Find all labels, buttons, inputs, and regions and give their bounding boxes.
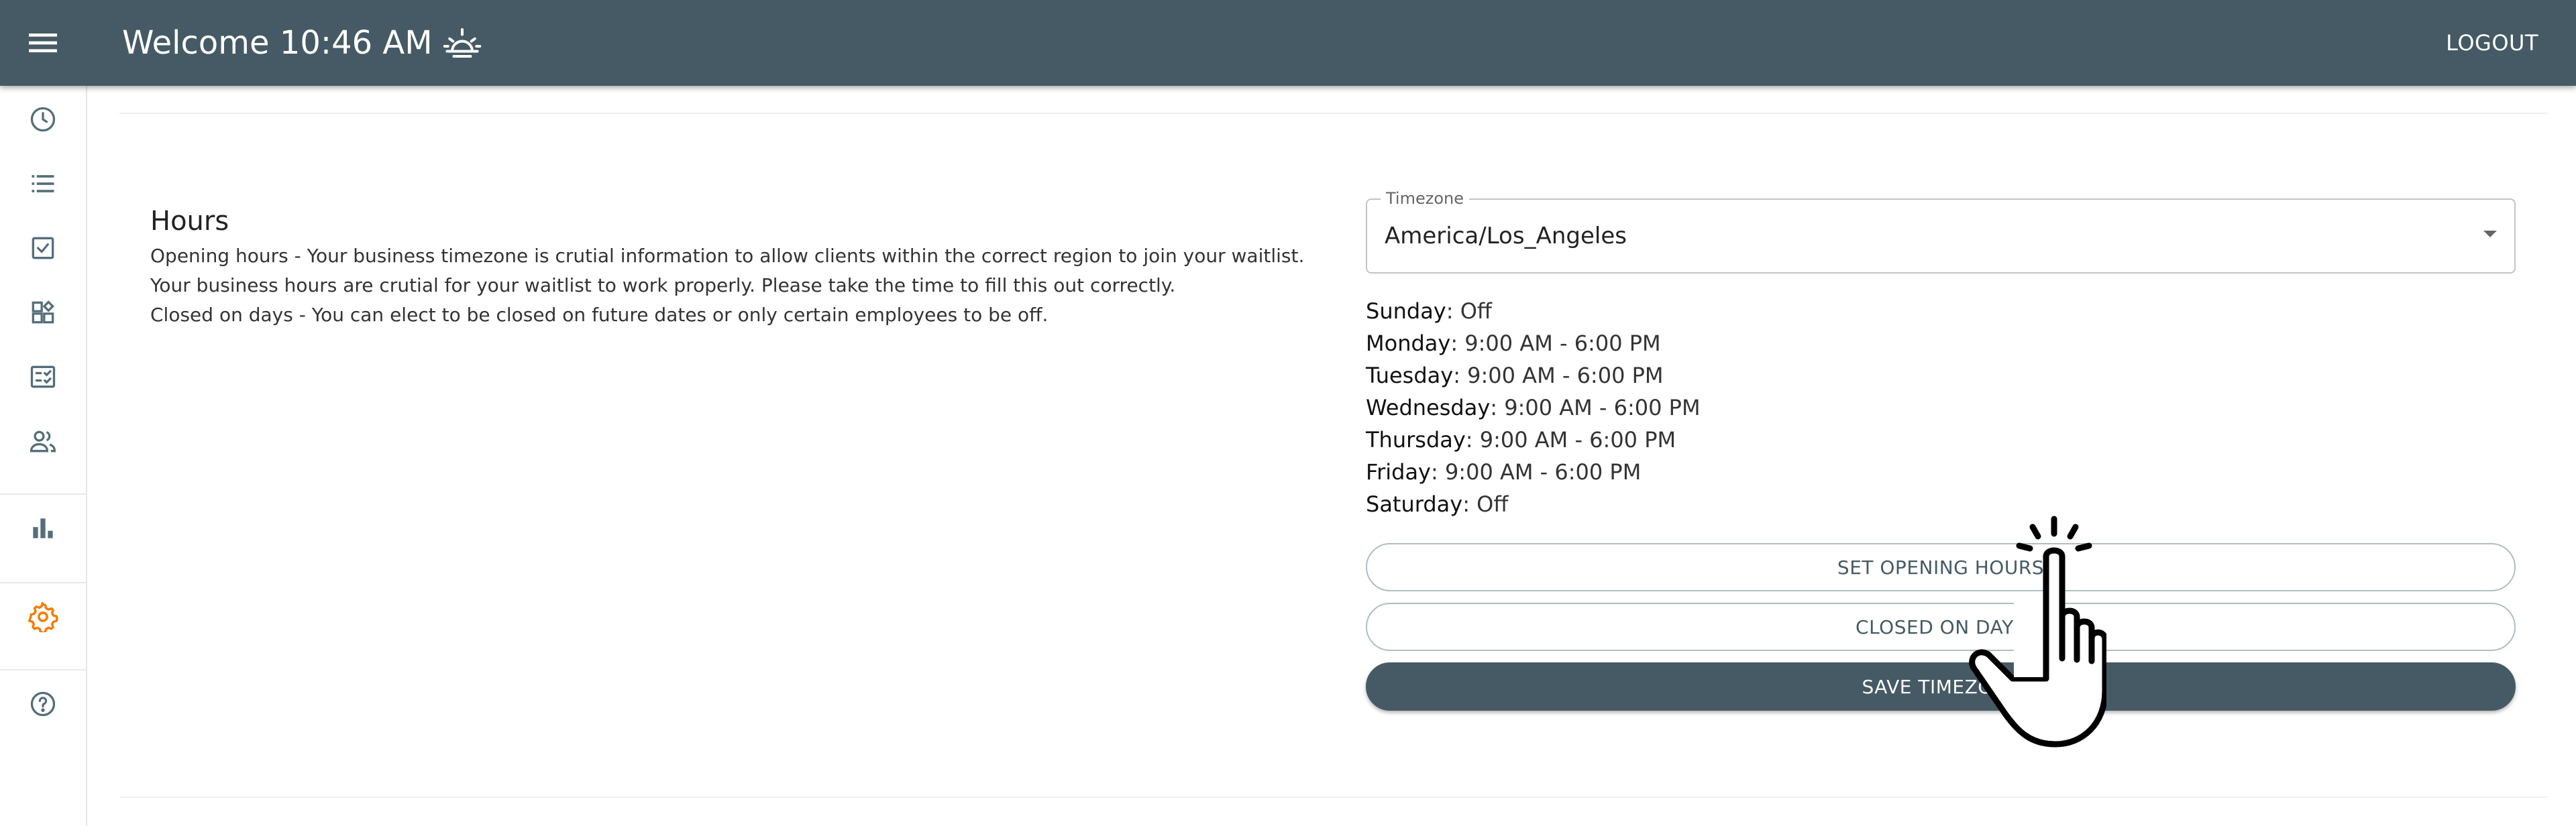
list-icon <box>32 175 54 192</box>
sidebar-item-people[interactable] <box>0 409 86 473</box>
schedule-row: Wednesday: 9:00 AM - 6:00 PM <box>1366 393 1701 422</box>
schedule-row: Monday: 9:00 AM - 6:00 PM <box>1366 329 1661 358</box>
sidebar-divider <box>0 493 86 495</box>
schedule-row: Saturday: Off <box>1366 489 1508 519</box>
schedule-hours: : Off <box>1462 491 1509 517</box>
hours-description-line: Closed on days - You can elect to be clo… <box>150 304 1049 326</box>
schedule-row: Sunday: Off <box>1366 296 1492 326</box>
sidebar-item-help[interactable] <box>0 672 86 736</box>
schedule-day: Monday <box>1366 331 1451 356</box>
schedule-day: Thursday <box>1366 427 1466 453</box>
section-divider <box>119 796 2548 798</box>
widgets-icon <box>32 300 55 324</box>
welcome-text: Welcome 10:46 AM <box>122 24 433 62</box>
sidebar-item-list[interactable] <box>0 152 86 216</box>
schedule-hours: : 9:00 AM - 6:00 PM <box>1430 459 1642 485</box>
app-bar: Welcome 10:46 AM LOGOUT <box>0 0 2576 86</box>
main-content: Hours Opening hours - Your business time… <box>87 86 2576 826</box>
schedule-hours: : 9:00 AM - 6:00 PM <box>1453 363 1664 388</box>
gear-icon <box>28 601 58 632</box>
checklist-icon <box>30 365 56 388</box>
schedule-day: Wednesday <box>1366 395 1491 420</box>
sidebar-item-widgets[interactable] <box>0 280 86 345</box>
sidebar-item-tasks[interactable] <box>0 216 86 280</box>
schedule-day: Sunday <box>1366 298 1446 324</box>
schedule-row: Thursday: 9:00 AM - 6:00 PM <box>1366 425 1676 455</box>
timezone-label: Timezone <box>1381 189 1469 208</box>
checkbox-icon <box>32 237 54 259</box>
sidebar-divider <box>0 669 86 670</box>
sidebar-item-clock[interactable] <box>0 87 86 152</box>
hours-title: Hours <box>150 206 229 237</box>
schedule-hours: : 9:00 AM - 6:00 PM <box>1490 395 1701 420</box>
bar-chart-icon <box>33 518 53 538</box>
sidebar <box>0 86 87 826</box>
clock-icon <box>30 107 56 132</box>
schedule-hours: : Off <box>1446 298 1492 324</box>
section-divider <box>119 113 2548 114</box>
logout-button[interactable]: LOGOUT <box>2446 27 2538 59</box>
sidebar-item-settings[interactable] <box>0 585 86 649</box>
sidebar-item-analytics[interactable] <box>0 496 86 560</box>
hours-description-line: Opening hours - Your business timezone i… <box>150 245 1305 267</box>
sunrise-icon <box>443 28 481 58</box>
help-icon <box>30 691 56 717</box>
people-icon <box>30 430 56 453</box>
page-title: Welcome 10:46 AM <box>122 21 482 64</box>
hours-description-line: Your business hours are crutial for your… <box>150 274 1176 296</box>
dropdown-arrow-icon <box>2483 231 2497 237</box>
hand-pointer-icon <box>1969 516 2106 748</box>
sidebar-item-checklist[interactable] <box>0 345 86 409</box>
schedule-day: Tuesday <box>1366 363 1454 388</box>
schedule-day: Friday <box>1366 459 1431 485</box>
timezone-select[interactable]: Timezone America/Los_Angeles <box>1366 189 2516 274</box>
schedule-row: Friday: 9:00 AM - 6:00 PM <box>1366 457 1641 487</box>
timezone-value: America/Los_Angeles <box>1385 223 1627 249</box>
schedule-hours: : 9:00 AM - 6:00 PM <box>1465 427 1676 453</box>
schedule-hours: : 9:00 AM - 6:00 PM <box>1450 331 1661 356</box>
schedule-day: Saturday <box>1366 491 1463 517</box>
schedule-row: Tuesday: 9:00 AM - 6:00 PM <box>1366 361 1664 390</box>
menu-icon[interactable] <box>24 24 62 62</box>
sidebar-divider <box>0 582 86 583</box>
